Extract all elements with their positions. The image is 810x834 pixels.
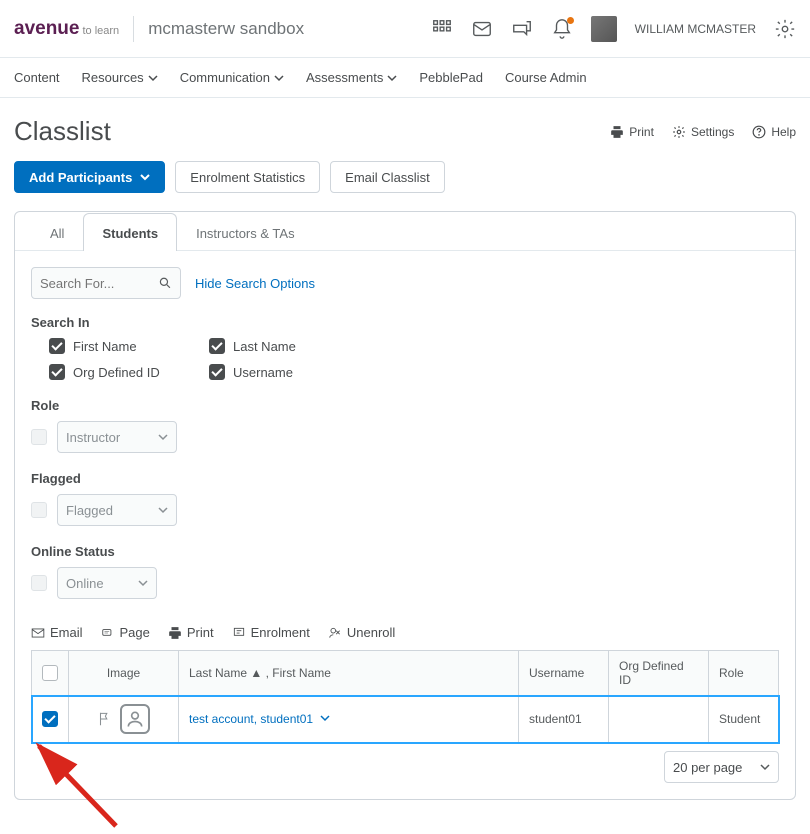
add-participants-button[interactable]: Add Participants — [14, 161, 165, 193]
avatar[interactable] — [591, 16, 617, 42]
per-page-select[interactable]: 20 per page — [664, 751, 779, 783]
action-page[interactable]: Page — [101, 625, 150, 640]
nav-resources[interactable]: Resources — [82, 70, 158, 85]
checkbox-first-name[interactable]: First Name — [49, 338, 209, 354]
tab-students[interactable]: Students — [83, 213, 177, 251]
checkbox-last-name[interactable]: Last Name — [209, 338, 369, 354]
online-select[interactable]: Online — [57, 567, 157, 599]
action-print[interactable]: Print — [168, 625, 214, 640]
online-label: Online Status — [31, 544, 779, 559]
col-image[interactable]: Image — [69, 651, 179, 696]
search-input[interactable] — [40, 276, 158, 291]
col-username[interactable]: Username — [519, 651, 609, 696]
role-checkbox[interactable] — [31, 429, 47, 445]
checkbox-username[interactable]: Username — [209, 364, 369, 380]
search-input-wrap[interactable] — [31, 267, 181, 299]
print-button[interactable]: Print — [610, 125, 654, 139]
page-title: Classlist — [14, 116, 111, 147]
course-title: mcmasterw sandbox — [148, 19, 304, 39]
classlist-table: Image Last Name ▲ , First Name Username … — [31, 650, 779, 743]
user-icon — [120, 704, 150, 734]
annotation-arrow — [21, 734, 141, 834]
site-logo[interactable]: avenueto learn — [14, 18, 119, 40]
checkbox-org-id[interactable]: Org Defined ID — [49, 364, 209, 380]
search-icon — [158, 275, 172, 291]
notification-dot — [567, 17, 574, 24]
settings-button[interactable]: Settings — [672, 125, 734, 139]
flagged-select[interactable]: Flagged — [57, 494, 177, 526]
flagged-label: Flagged — [31, 471, 779, 486]
help-button[interactable]: Help — [752, 125, 796, 139]
tab-all[interactable]: All — [31, 213, 83, 251]
table-row[interactable]: test account, student01 student01 Studen… — [32, 696, 779, 743]
flagged-checkbox[interactable] — [31, 502, 47, 518]
chat-icon[interactable] — [511, 18, 533, 40]
col-org[interactable]: Org Defined ID — [609, 651, 709, 696]
select-all-checkbox[interactable] — [42, 665, 58, 681]
hide-search-options-link[interactable]: Hide Search Options — [195, 276, 315, 291]
action-enrolment[interactable]: Enrolment — [232, 625, 310, 640]
row-role: Student — [709, 696, 779, 743]
nav-communication[interactable]: Communication — [180, 70, 284, 85]
tab-instructors[interactable]: Instructors & TAs — [177, 213, 314, 251]
mail-icon[interactable] — [471, 18, 493, 40]
role-label: Role — [31, 398, 779, 413]
action-email[interactable]: Email — [31, 625, 83, 640]
bell-icon[interactable] — [551, 18, 573, 40]
flag-icon[interactable] — [98, 712, 110, 726]
apps-icon[interactable] — [431, 18, 453, 40]
email-classlist-button[interactable]: Email Classlist — [330, 161, 445, 193]
col-role[interactable]: Role — [709, 651, 779, 696]
nav-pebblepad[interactable]: PebblePad — [419, 70, 483, 85]
nav-content[interactable]: Content — [14, 70, 60, 85]
nav-assessments[interactable]: Assessments — [306, 70, 397, 85]
username-label[interactable]: WILLIAM MCMASTER — [635, 22, 756, 36]
enrolment-stats-button[interactable]: Enrolment Statistics — [175, 161, 320, 193]
row-username: student01 — [519, 696, 609, 743]
col-name[interactable]: Last Name ▲ , First Name — [179, 651, 519, 696]
gear-icon[interactable] — [774, 18, 796, 40]
row-name-link[interactable]: test account, student01 — [189, 712, 330, 726]
nav-courseadmin[interactable]: Course Admin — [505, 70, 587, 85]
row-checkbox[interactable] — [42, 711, 58, 727]
online-checkbox[interactable] — [31, 575, 47, 591]
search-in-label: Search In — [31, 315, 779, 330]
action-unenroll[interactable]: Unenroll — [328, 625, 395, 640]
row-org — [609, 696, 709, 743]
role-select[interactable]: Instructor — [57, 421, 177, 453]
